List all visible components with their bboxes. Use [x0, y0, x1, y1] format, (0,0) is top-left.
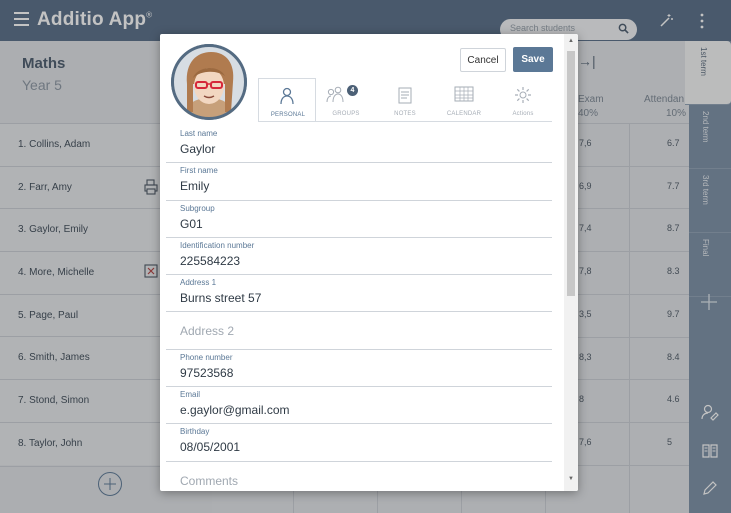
calendar-icon — [454, 86, 474, 102]
field-label: Last name — [180, 129, 218, 138]
subgroup-field[interactable]: Subgroup G01 — [166, 201, 552, 238]
profile-tabs: PERSONAL 4 GROUPS NOTES CALENDAR Actions — [258, 78, 552, 122]
comments-field[interactable]: Comments — [166, 462, 552, 491]
save-button[interactable]: Save — [513, 47, 553, 72]
tab-groups[interactable]: 4 GROUPS — [317, 78, 375, 122]
scroll-thumb[interactable] — [567, 51, 575, 296]
tab-label[interactable]: GROUPS — [317, 111, 375, 117]
field-label: Subgroup — [180, 203, 215, 213]
student-profile-dialog: Cancel Save PERSONAL 4 GROUPS NOTES CALE… — [160, 34, 578, 491]
tab-label[interactable]: NOTES — [376, 111, 434, 117]
tab-label[interactable]: PERSONAL — [259, 112, 317, 118]
field-label: First name — [180, 166, 218, 176]
field-label: Address 1 — [180, 278, 217, 288]
field-value[interactable]: 225584223 — [180, 254, 240, 268]
gear-icon — [515, 87, 531, 103]
field-value[interactable]: 08/05/2001 — [180, 440, 240, 454]
field-label: Email — [180, 390, 201, 400]
first-name-field[interactable]: First name Emily — [166, 163, 552, 201]
field-value[interactable]: Emily — [180, 179, 209, 193]
email-field[interactable]: Email e.gaylor@gmail.com — [166, 387, 552, 425]
field-value[interactable]: Burns street 57 — [180, 291, 261, 305]
field-value[interactable]: G01 — [180, 217, 203, 231]
phone-number-field[interactable]: Phone number 97523568 — [166, 350, 552, 388]
tabs-divider — [258, 121, 552, 122]
tab-personal[interactable]: PERSONAL — [258, 78, 316, 122]
field-placeholder[interactable]: Comments — [180, 474, 238, 488]
app-root: Additio App® Search students Maths Year … — [0, 0, 731, 513]
tab-notes[interactable]: NOTES — [376, 78, 434, 122]
person-icon — [280, 87, 294, 105]
tab-label[interactable]: CALENDAR — [435, 111, 493, 117]
scroll-down-icon[interactable]: ▼ — [568, 476, 574, 482]
address-2-field[interactable]: Address 2 — [166, 312, 552, 350]
address-1-field[interactable]: Address 1 Burns street 57 — [166, 275, 552, 313]
avatar-illustration-icon — [171, 44, 247, 120]
tab-calendar[interactable]: CALENDAR — [435, 78, 493, 122]
field-value[interactable]: Gaylor — [180, 142, 215, 156]
field-label: Identification number — [180, 240, 255, 250]
last-name-field[interactable]: Last name Gaylor — [166, 126, 552, 164]
scroll-up-icon[interactable]: ▲ — [568, 38, 574, 44]
field-value[interactable]: e.gaylor@gmail.com — [180, 403, 290, 417]
field-value[interactable]: 97523568 — [180, 366, 233, 380]
dialog-scrollbar[interactable]: ▲ ▼ — [564, 34, 578, 491]
tab-actions[interactable]: Actions — [494, 78, 552, 122]
identification-number-field[interactable]: Identification number 225584223 — [166, 238, 552, 276]
personal-form: Last name Gaylor First name Emily Subgroup… — [166, 126, 552, 491]
tab-label[interactable]: Actions — [494, 111, 552, 117]
notes-icon — [398, 87, 412, 104]
birthday-field[interactable]: Birthday 08/05/2001 — [166, 424, 552, 462]
student-avatar[interactable] — [171, 44, 247, 120]
field-label: Birthday — [180, 427, 210, 437]
field-label: Phone number — [180, 352, 233, 362]
cancel-button[interactable]: Cancel — [460, 48, 506, 72]
field-placeholder[interactable]: Address 2 — [180, 324, 234, 338]
groups-count-badge: 4 — [347, 85, 358, 96]
